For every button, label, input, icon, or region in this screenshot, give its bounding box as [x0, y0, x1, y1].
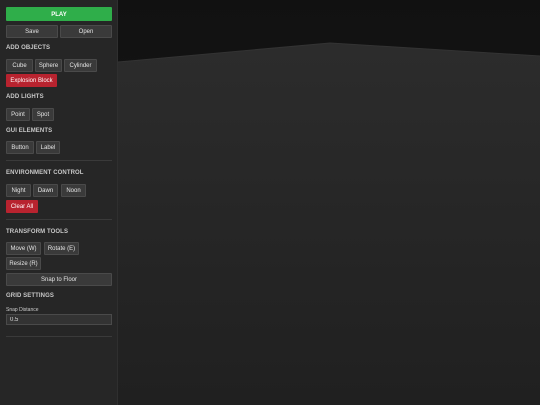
scene-canvas — [118, 0, 540, 405]
add-objects-heading: ADD OBJECTS — [6, 45, 51, 51]
add-cylinder-button[interactable]: Cylinder — [64, 59, 97, 72]
add-gui-button-button[interactable]: Button — [6, 141, 34, 154]
divider — [6, 336, 112, 337]
rotate-tool-button[interactable]: Rotate (E) — [44, 242, 79, 255]
play-button[interactable]: PLAY — [6, 7, 112, 21]
add-sphere-button[interactable]: Sphere — [35, 59, 62, 72]
environment-control-heading: ENVIRONMENT CONTROL — [6, 170, 84, 176]
open-button[interactable]: Open — [60, 25, 112, 38]
transform-tools-heading: TRANSFORM TOOLS — [6, 229, 69, 235]
grid-settings-heading: GRID SETTINGS — [6, 293, 54, 299]
editor-sidebar: PLAY Save Open ADD OBJECTS Cube Sphere C… — [0, 0, 118, 405]
ground-plane — [118, 43, 540, 405]
dawn-button[interactable]: Dawn — [33, 184, 58, 197]
add-point-light-button[interactable]: Point — [6, 108, 30, 121]
snap-distance-label: Snap Distance — [6, 307, 39, 313]
resize-tool-button[interactable]: Resize (R) — [6, 257, 41, 270]
add-spot-light-button[interactable]: Spot — [32, 108, 54, 121]
snap-distance-input[interactable] — [6, 314, 112, 325]
add-gui-label-button[interactable]: Label — [36, 141, 60, 154]
scene-viewport[interactable] — [118, 0, 540, 405]
gui-elements-heading: GUI ELEMENTS — [6, 128, 53, 134]
add-lights-heading: ADD LIGHTS — [6, 94, 44, 100]
snap-to-floor-button[interactable]: Snap to Floor — [6, 273, 112, 286]
add-cube-button[interactable]: Cube — [6, 59, 33, 72]
move-tool-button[interactable]: Move (W) — [6, 242, 41, 255]
save-button[interactable]: Save — [6, 25, 58, 38]
divider — [6, 160, 112, 161]
night-button[interactable]: Night — [6, 184, 31, 197]
noon-button[interactable]: Noon — [61, 184, 86, 197]
clear-all-button[interactable]: Clear All — [6, 200, 38, 213]
divider — [6, 219, 112, 220]
add-explosion-block-button[interactable]: Explosion Block — [6, 74, 57, 87]
